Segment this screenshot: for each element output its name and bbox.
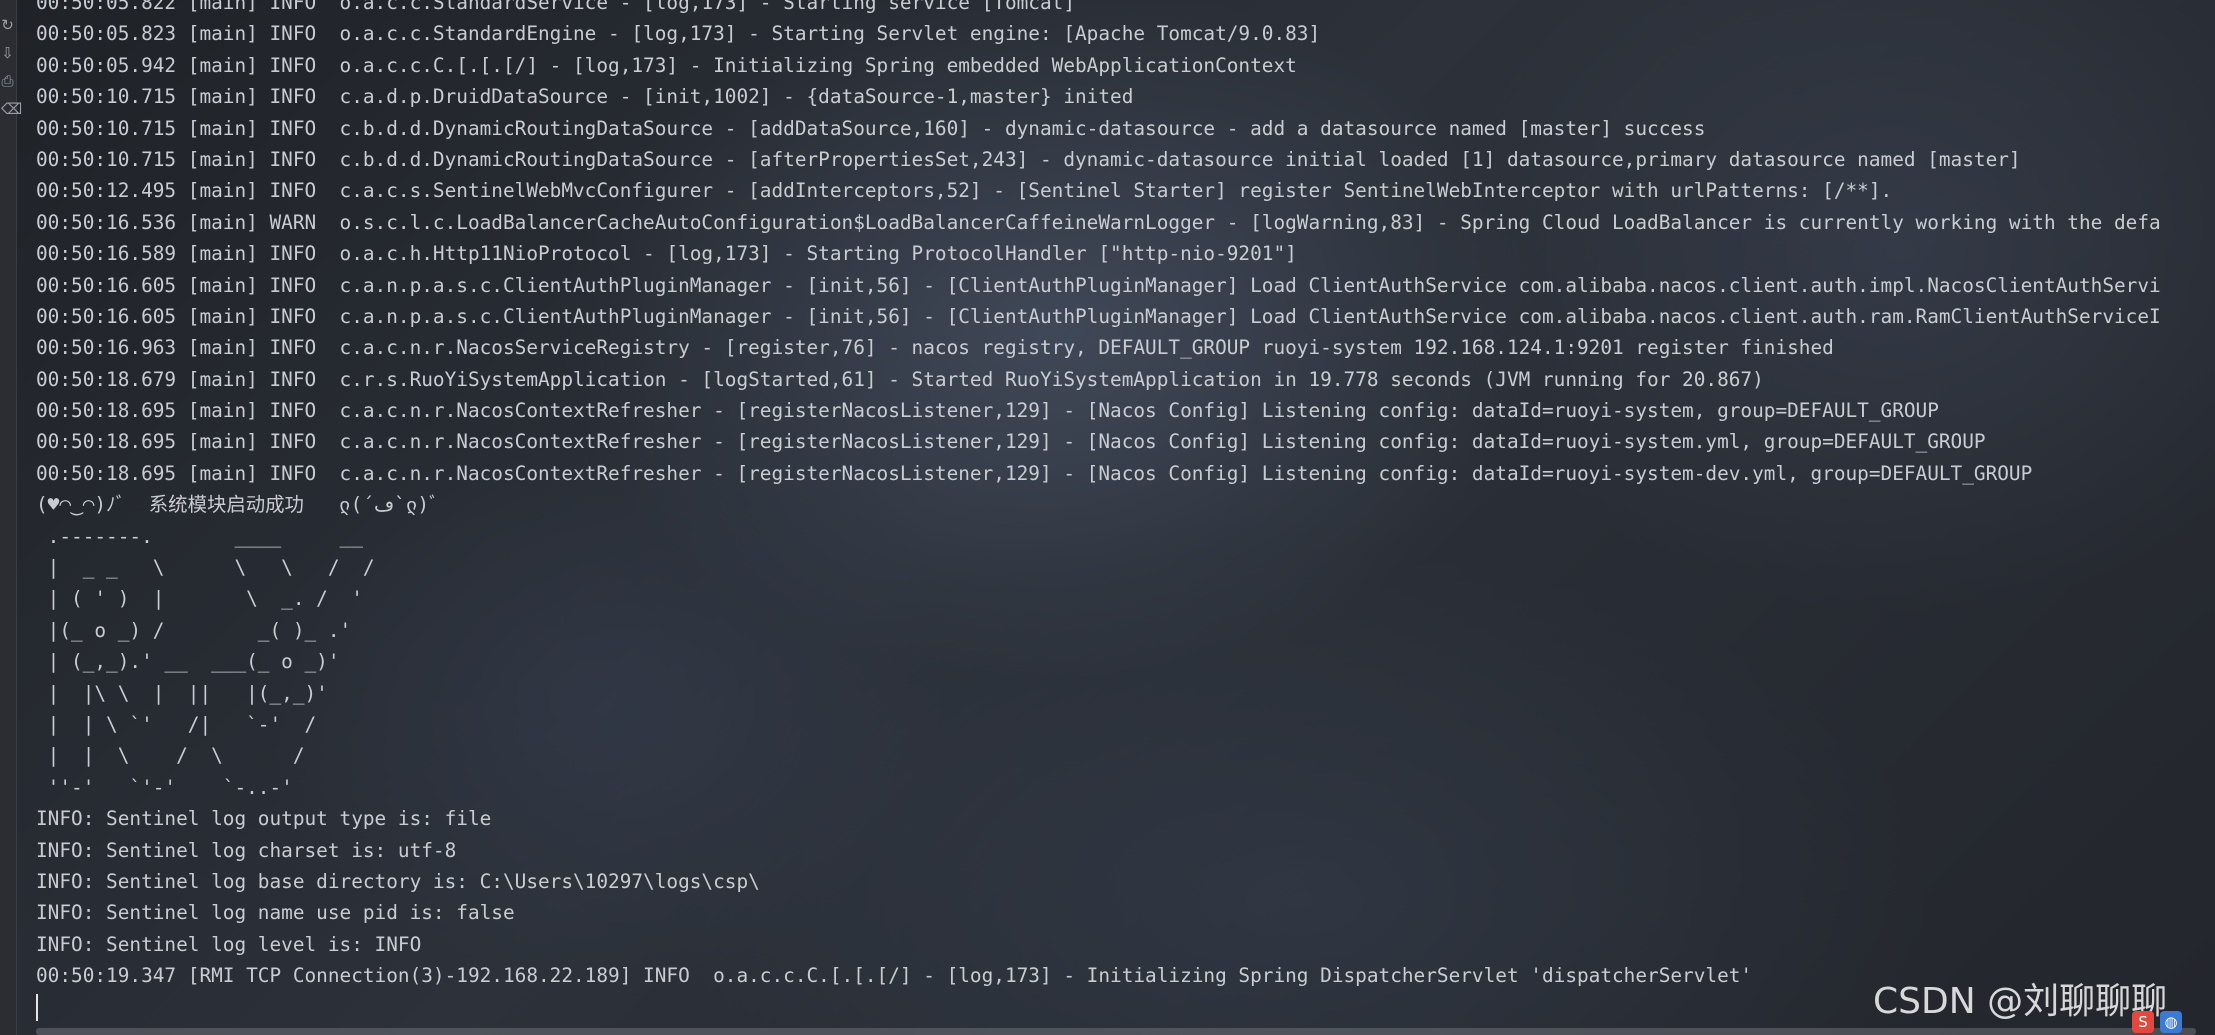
console-line: (♥◠‿◠)ﾉﾞ 系统模块启动成功 ლ(´ڡ`ლ)ﾞ [36,493,439,517]
console-line: | | \ / \ / [36,744,305,768]
clear-icon[interactable]: ⌫ [1,98,22,120]
csdn-watermark: CSDN @刘聊聊聊 [1873,981,2168,1022]
console-line: INFO: Sentinel log base directory is: C:… [36,869,760,893]
console-line: 00:50:12.495 [main] INFO c.a.c.s.Sentine… [36,179,1893,203]
console-toolbar: ↻ ⇩ ⎙ ⌫ [0,0,22,1035]
text-cursor [36,994,38,1021]
console-line: 00:50:16.605 [main] INFO c.a.n.p.a.s.c.C… [36,304,2161,328]
console-line: 00:50:05.822 [main] INFO o.a.c.c.Standar… [36,0,1075,14]
console-line: | _ _ \ \ \ / / [36,556,375,580]
console-line: INFO: Sentinel log level is: INFO [36,932,422,956]
console-line: 00:50:10.715 [main] INFO c.b.d.d.Dynamic… [36,147,2021,171]
console-line: INFO: Sentinel log name use pid is: fals… [36,901,515,925]
horizontal-scrollbar[interactable] [36,1028,2196,1035]
console-line: | ( ' ) | \ _. / ' [36,587,363,611]
console-output[interactable]: 00:50:05.822 [main] INFO o.a.c.c.Standar… [36,0,2206,1017]
console-line: 00:50:18.695 [main] INFO c.a.c.n.r.Nacos… [36,430,1986,454]
console-line: INFO: Sentinel log charset is: utf-8 [36,838,457,862]
rerun-icon[interactable]: ↻ [1,14,14,36]
console-line: 00:50:18.679 [main] INFO c.r.s.RuoYiSyst… [36,367,1764,391]
console-line: |(_ o _) / _( )_ .' [36,618,352,642]
console-line: | (_,_).' __ ___(_ o _)' [36,650,340,674]
ime-icon[interactable]: S [2132,1011,2154,1033]
tray-app-icon[interactable]: ◍ [2160,1011,2182,1033]
console-line: 00:50:10.715 [main] INFO c.a.d.p.DruidDa… [36,85,1134,109]
console-line: ''-' `'-' `-..-' [36,775,293,799]
console-line: 00:50:18.695 [main] INFO c.a.c.n.r.Nacos… [36,461,2033,485]
console-line: 00:50:16.605 [main] INFO c.a.n.p.a.s.c.C… [36,273,2161,297]
console-line: 00:50:16.536 [main] WARN o.s.c.l.c.LoadB… [36,210,2161,234]
system-tray: S ◍ [2132,1009,2182,1035]
console-line: 00:50:16.589 [main] INFO o.a.c.h.Http11N… [36,242,1297,266]
console-line: INFO: Sentinel log output type is: file [36,807,492,831]
console-line: 00:50:18.695 [main] INFO c.a.c.n.r.Nacos… [36,399,1939,423]
console-line: .-------. ____ __ [36,524,363,548]
console-line: | | \ `' /| `-' / [36,712,317,736]
console-line: 00:50:05.823 [main] INFO o.a.c.c.Standar… [36,22,1321,46]
console-line: | |\ \ | || |(_,_)' [36,681,328,705]
print-icon[interactable]: ⎙ [1,70,14,92]
scroll-to-end-icon[interactable]: ⇩ [1,42,14,64]
console-line: 00:50:10.715 [main] INFO c.b.d.d.Dynamic… [36,116,1706,140]
console-line: 00:50:05.942 [main] INFO o.a.c.c.C.[.[.[… [36,53,1297,77]
console-line: 00:50:16.963 [main] INFO c.a.c.n.r.Nacos… [36,336,1834,360]
